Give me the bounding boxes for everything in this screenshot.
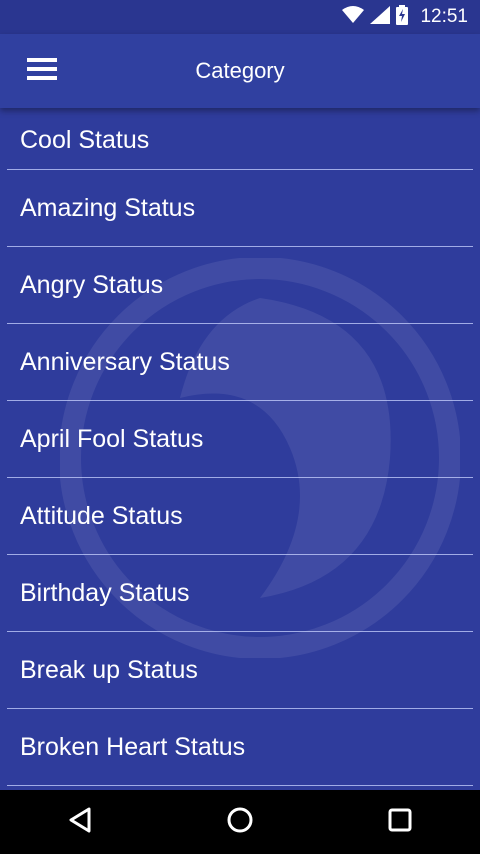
home-icon bbox=[226, 806, 254, 839]
list-item-anniversary-status[interactable]: Anniversary Status bbox=[0, 324, 480, 401]
navigation-bar bbox=[0, 790, 480, 854]
list-item-birthday-status[interactable]: Birthday Status bbox=[0, 555, 480, 632]
list-item-april-fool-status[interactable]: April Fool Status bbox=[0, 401, 480, 478]
screen: 12:51 Category Cool Status Amazing Statu… bbox=[0, 0, 480, 854]
list-item-broken-heart-status[interactable]: Broken Heart Status bbox=[0, 709, 480, 786]
list-item-cool-status[interactable]: Cool Status bbox=[0, 108, 480, 170]
recents-icon bbox=[388, 808, 412, 837]
category-list: Cool Status Amazing Status Angry Status … bbox=[0, 108, 480, 790]
app-bar: Category bbox=[0, 34, 480, 108]
home-button[interactable] bbox=[200, 790, 280, 854]
status-bar: 12:51 bbox=[0, 0, 480, 34]
back-button[interactable] bbox=[40, 790, 120, 854]
status-time: 12:51 bbox=[420, 6, 468, 27]
back-icon bbox=[67, 806, 93, 839]
list-item-angry-status[interactable]: Angry Status bbox=[0, 247, 480, 324]
recents-button[interactable] bbox=[360, 790, 440, 854]
signal-icon bbox=[370, 5, 391, 29]
status-icons: 12:51 bbox=[342, 0, 468, 34]
battery-charging-icon bbox=[396, 4, 409, 30]
app-title: Category bbox=[195, 58, 285, 83]
wifi-icon bbox=[342, 5, 365, 29]
list-item-amazing-status[interactable]: Amazing Status bbox=[0, 170, 480, 247]
list-item-attitude-status[interactable]: Attitude Status bbox=[0, 478, 480, 555]
list-item-break-up-status[interactable]: Break up Status bbox=[0, 632, 480, 709]
